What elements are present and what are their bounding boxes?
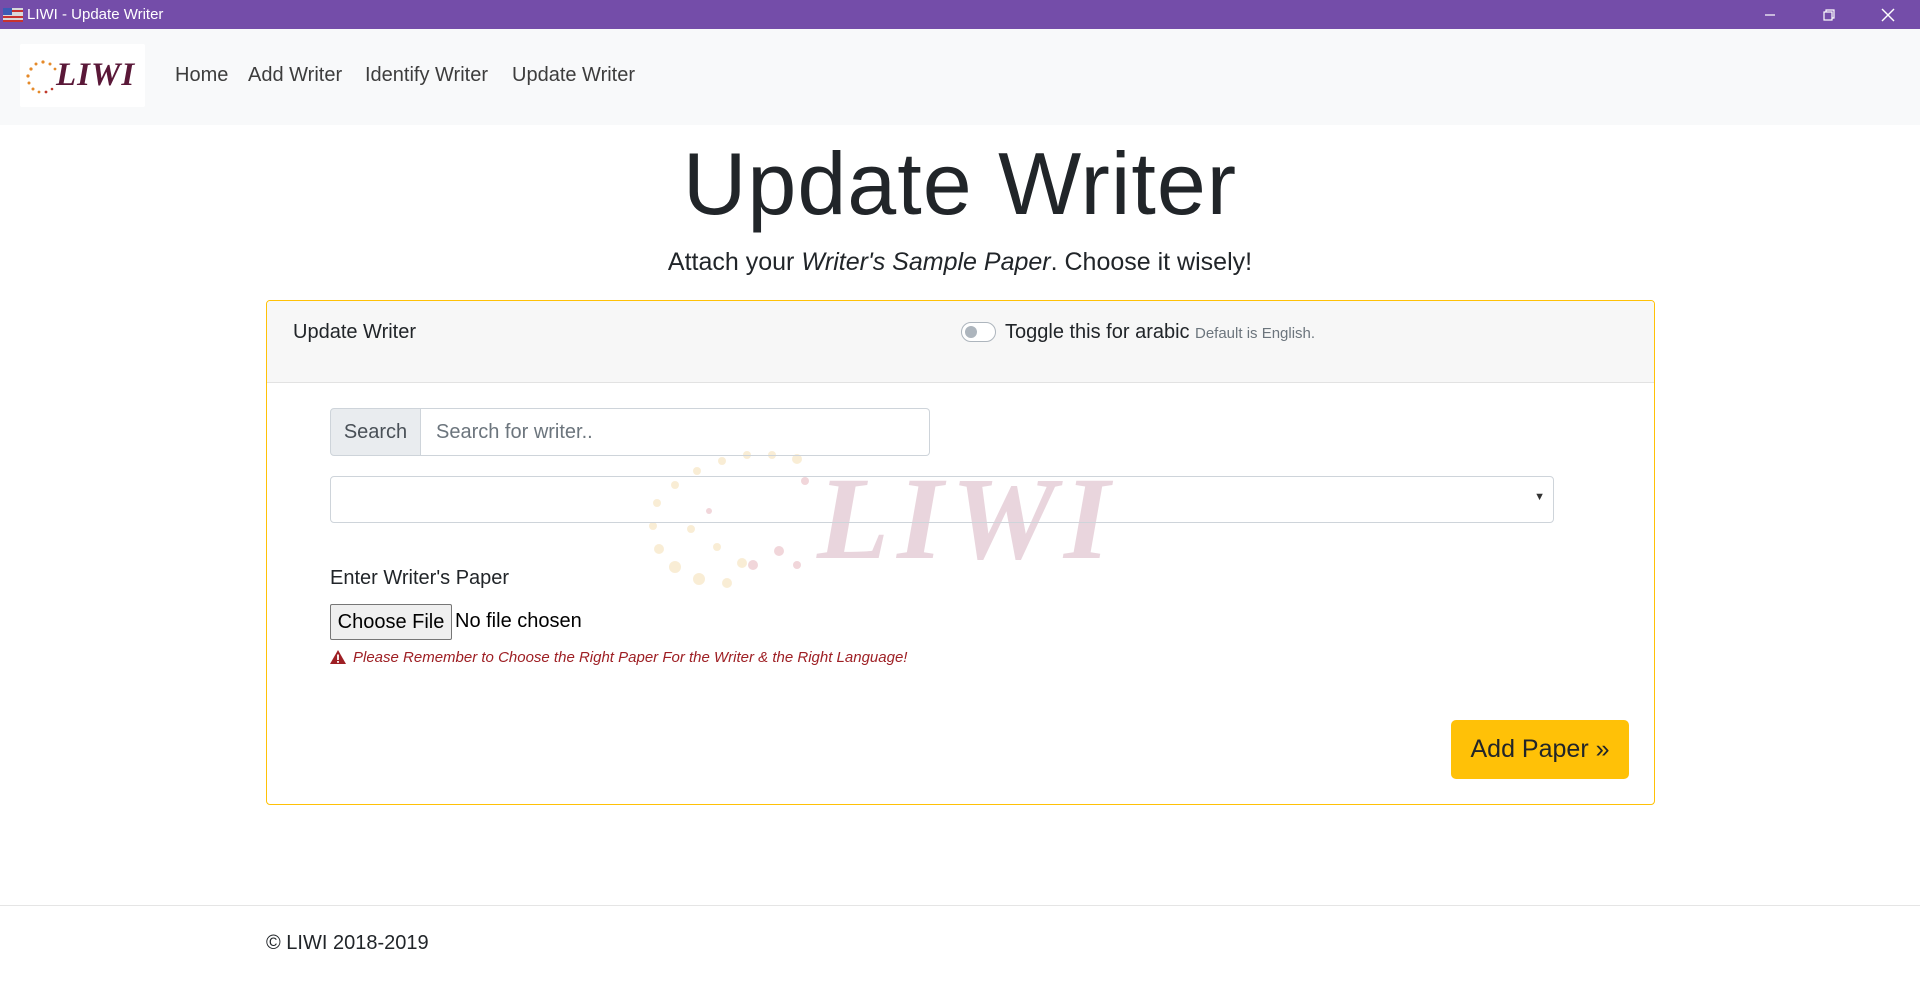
search-addon-label: Search — [330, 408, 421, 456]
brand-logo[interactable]: LIWI — [20, 44, 145, 107]
chevron-down-icon: ▼ — [1534, 491, 1545, 503]
lead-emphasis: Writer's Sample Paper — [801, 248, 1051, 276]
footer-divider — [0, 905, 1920, 906]
window-titlebar: LIWI - Update Writer — [0, 0, 1920, 29]
brand-name: LIWI — [56, 57, 136, 93]
nav-add-writer[interactable]: Add Writer — [248, 64, 342, 87]
choose-file-button[interactable]: Choose File — [330, 604, 452, 640]
card-title: Update Writer — [293, 321, 417, 343]
update-writer-card: Update Writer Toggle this for arabic Def… — [266, 300, 1655, 805]
file-status: No file chosen — [455, 610, 582, 632]
paper-warning-text: Please Remember to Choose the Right Pape… — [353, 649, 908, 666]
page-lead: Attach your Writer's Sample Paper. Choos… — [0, 248, 1920, 277]
restore-icon — [1823, 8, 1835, 21]
writer-search-input[interactable] — [421, 408, 930, 456]
lead-text-start: Attach your — [667, 248, 802, 276]
writer-search-group: Search — [330, 408, 930, 456]
restore-button[interactable] — [1800, 0, 1858, 29]
toggle-knob — [965, 326, 977, 338]
page-title: Update Writer — [682, 134, 1238, 233]
navbar: LIWI Home Add Writer Identify Writer Upd… — [0, 29, 1920, 125]
writer-select[interactable]: ▼ — [330, 476, 1554, 523]
toggle-hint: Default is English. — [1195, 325, 1316, 342]
nav-home[interactable]: Home — [175, 64, 228, 87]
footer-copyright: © LIWI 2018-2019 — [266, 932, 429, 954]
add-paper-button[interactable]: Add Paper » — [1451, 720, 1629, 779]
minimize-button[interactable] — [1741, 0, 1799, 29]
arabic-toggle-label[interactable]: Toggle this for arabic — [1005, 321, 1190, 344]
close-icon — [1881, 8, 1895, 21]
app-icon — [3, 8, 23, 22]
nav-identify-writer[interactable]: Identify Writer — [365, 64, 488, 87]
arabic-toggle[interactable] — [961, 322, 996, 342]
close-button[interactable] — [1859, 0, 1917, 29]
minimize-icon — [1765, 13, 1775, 16]
window-title: LIWI - Update Writer — [27, 6, 164, 23]
warning-icon — [330, 650, 346, 664]
lead-text-end: . Choose it wisely! — [1050, 248, 1253, 276]
card-header: Update Writer Toggle this for arabic Def… — [267, 301, 1654, 383]
nav-update-writer[interactable]: Update Writer — [512, 64, 635, 87]
paper-field-label: Enter Writer's Paper — [330, 567, 510, 589]
